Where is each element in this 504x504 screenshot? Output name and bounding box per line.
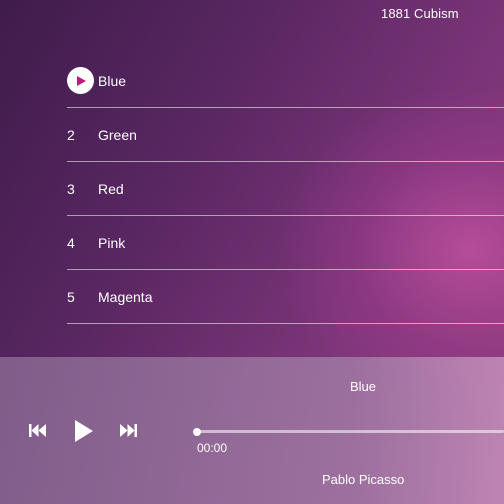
track-row-5[interactable]: 5 Magenta: [67, 270, 504, 324]
track-row-3[interactable]: 3 Red: [67, 162, 504, 216]
player-bar: Blue 00:00 Pablo Picasso: [0, 357, 504, 504]
track-number: 3: [67, 180, 75, 197]
progress-bar[interactable]: [197, 430, 504, 433]
play-button[interactable]: [74, 420, 94, 442]
next-button[interactable]: [119, 424, 137, 437]
track-name: Magenta: [98, 288, 153, 305]
track-list: Blue 2 Green 3 Red 4 Pink 5 Magenta: [67, 54, 504, 324]
album-title: 1881 Cubism: [381, 6, 459, 21]
track-row-1[interactable]: Blue: [67, 54, 504, 108]
track-name: Blue: [98, 72, 127, 89]
previous-button[interactable]: [29, 424, 47, 437]
now-playing-title: Blue: [350, 379, 377, 394]
track-name: Green: [98, 126, 137, 143]
track-number: 2: [67, 126, 75, 143]
playing-indicator-icon[interactable]: [67, 67, 94, 94]
track-name: Pink: [98, 234, 126, 251]
track-row-2[interactable]: 2 Green: [67, 108, 504, 162]
previous-icon: [29, 424, 46, 437]
artist-name: Pablo Picasso: [322, 472, 405, 487]
progress-handle[interactable]: [193, 428, 201, 436]
track-name: Red: [98, 180, 124, 197]
track-number: 5: [67, 288, 75, 305]
play-icon: [75, 420, 93, 442]
next-icon: [120, 424, 137, 437]
track-number: 4: [67, 234, 75, 251]
track-row-4[interactable]: 4 Pink: [67, 216, 504, 270]
elapsed-time: 00:00: [197, 441, 228, 455]
